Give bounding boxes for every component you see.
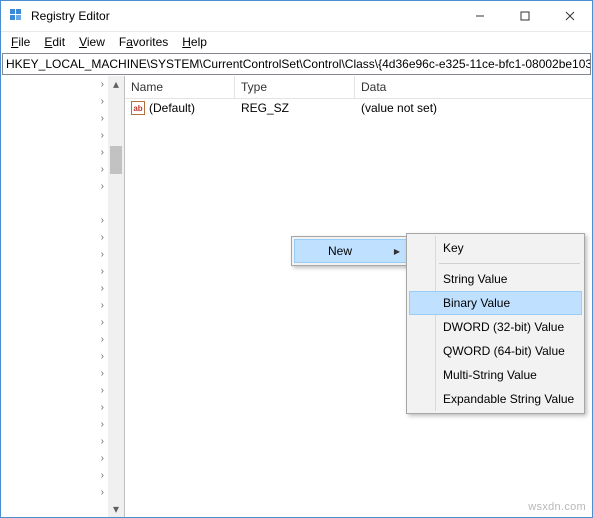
tree-node[interactable]: › [1,280,108,297]
submenu-item-dword[interactable]: DWORD (32-bit) Value [409,315,582,339]
list-pane: Name Type Data ab (Default) REG_SZ (valu… [125,76,592,517]
context-menu: New ▶ [291,236,410,266]
address-path: HKEY_LOCAL_MACHINE\SYSTEM\CurrentControl… [6,57,591,71]
tree-node[interactable]: › [1,365,108,382]
menu-help[interactable]: Help [176,34,213,50]
tree-pane: › › › › › › › › › › › › › › › › › › › › [1,76,125,517]
value-name: (Default) [149,101,195,115]
app-icon [9,8,25,24]
submenu-label: String Value [443,272,507,286]
submenu-label: Binary Value [443,296,510,310]
tree-node[interactable]: › [1,212,108,229]
tree-node[interactable]: › [1,416,108,433]
submenu-item-multistring[interactable]: Multi-String Value [409,363,582,387]
tree-node[interactable]: › [1,433,108,450]
col-type[interactable]: Type [235,76,355,98]
tree-node[interactable]: › [1,246,108,263]
submenu-arrow-icon: ▶ [394,247,400,256]
menu-favorites[interactable]: Favorites [113,34,174,50]
tree-node[interactable]: › [1,127,108,144]
scroll-down-icon[interactable]: ▾ [108,501,124,517]
submenu-item-string[interactable]: String Value [409,267,582,291]
menu-item-new[interactable]: New ▶ [294,239,407,263]
submenu-label: DWORD (32-bit) Value [443,320,564,334]
minimize-button[interactable] [457,2,502,31]
submenu-label: Multi-String Value [443,368,537,382]
tree-node[interactable]: › [1,484,108,501]
submenu-label: Expandable String Value [443,392,574,406]
tree-scrollbar[interactable]: ▴ ▾ [108,76,124,517]
tree-node[interactable]: › [1,331,108,348]
menu-separator [439,263,580,264]
titlebar: Registry Editor [1,1,592,32]
tree-node[interactable]: › [1,348,108,365]
value-data: (value not set) [355,101,592,115]
tree-node[interactable]: › [1,76,108,93]
tree-node[interactable]: › [1,144,108,161]
string-value-icon: ab [131,101,145,115]
tree-node[interactable]: › [1,93,108,110]
window-frame: Registry Editor File Edit View Favorites… [0,0,593,518]
submenu: Key String Value Binary Value DWORD (32-… [406,233,585,414]
submenu-label: Key [443,241,464,255]
menu-edit[interactable]: Edit [38,34,71,50]
menubar: File Edit View Favorites Help [1,32,592,52]
submenu-item-key[interactable]: Key [409,236,582,260]
list-row[interactable]: ab (Default) REG_SZ (value not set) [125,99,592,117]
scroll-thumb[interactable] [110,146,122,174]
menu-view[interactable]: View [73,34,111,50]
col-name[interactable]: Name [125,76,235,98]
tree-node[interactable]: › [1,450,108,467]
tree-node[interactable]: › [1,467,108,484]
content-area: › › › › › › › › › › › › › › › › › › › › [1,76,592,517]
tree-node[interactable]: › [1,263,108,280]
tree-node[interactable]: › [1,110,108,127]
scroll-up-icon[interactable]: ▴ [108,76,124,92]
tree-node[interactable] [1,195,108,212]
tree-node[interactable]: › [1,178,108,195]
maximize-button[interactable] [502,2,547,31]
submenu-item-expandable[interactable]: Expandable String Value [409,387,582,411]
address-bar[interactable]: HKEY_LOCAL_MACHINE\SYSTEM\CurrentControl… [2,53,591,75]
tree-node[interactable]: › [1,297,108,314]
tree-inner[interactable]: › › › › › › › › › › › › › › › › › › › › [1,76,108,517]
col-data[interactable]: Data [355,76,592,98]
tree-node[interactable]: › [1,382,108,399]
menu-item-label: New [328,244,352,258]
value-type: REG_SZ [235,101,355,115]
watermark: wsxdn.com [528,501,586,513]
submenu-label: QWORD (64-bit) Value [443,344,565,358]
close-button[interactable] [547,2,592,31]
window-title: Registry Editor [31,9,457,23]
tree-node[interactable]: › [1,314,108,331]
list-header: Name Type Data [125,76,592,99]
menu-file[interactable]: File [5,34,36,50]
tree-node[interactable]: › [1,161,108,178]
tree-node[interactable]: › [1,229,108,246]
tree-node[interactable]: › [1,399,108,416]
submenu-item-binary[interactable]: Binary Value [409,291,582,315]
submenu-item-qword[interactable]: QWORD (64-bit) Value [409,339,582,363]
